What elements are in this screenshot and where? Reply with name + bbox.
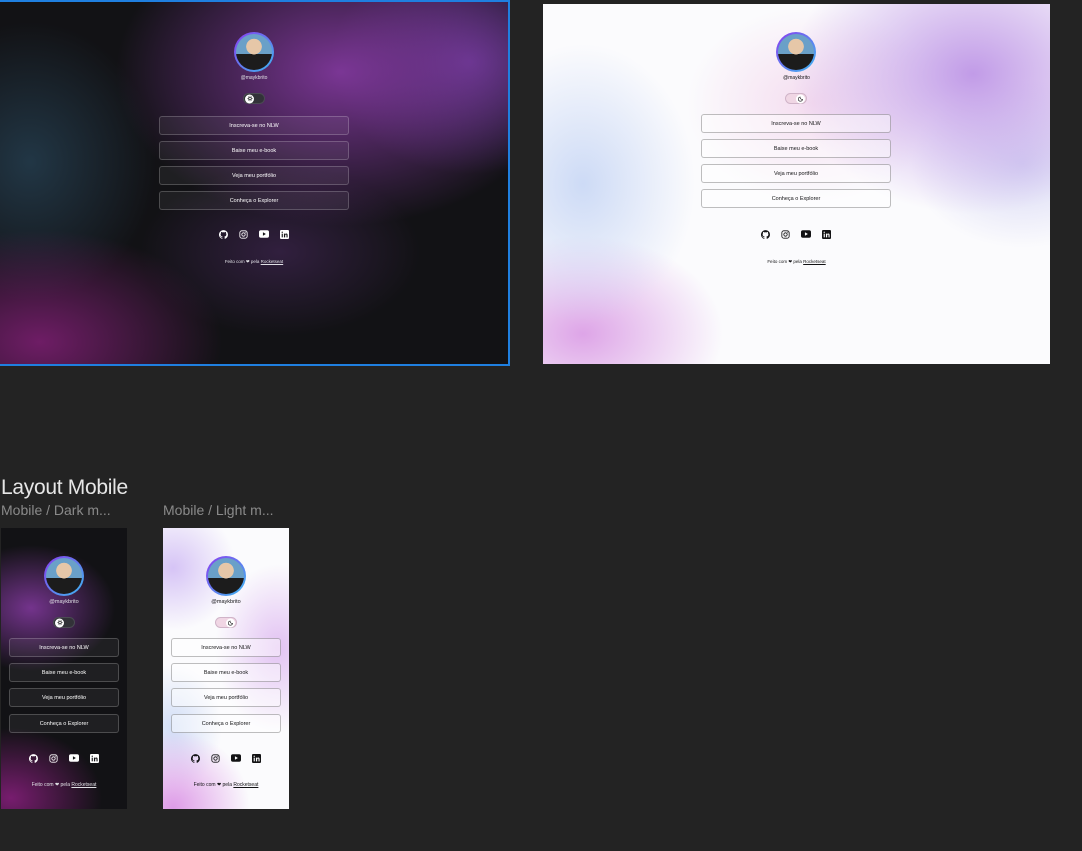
link-nlw-label: Inscreva-se no NLW	[229, 122, 279, 129]
link-portfolio-button[interactable]: Veja meu portfólio	[9, 688, 119, 707]
link-portfolio-button[interactable]: Veja meu portfólio	[159, 166, 349, 185]
avatar	[44, 556, 84, 596]
sun-icon	[55, 618, 64, 627]
link-explorer-button[interactable]: Conheça o Explorer	[171, 714, 281, 733]
rocketseat-link[interactable]: Rocketseat	[261, 259, 284, 264]
mobile-dark-frame-label[interactable]: Mobile / Dark m...	[1, 502, 111, 518]
link-portfolio-label: Veja meu portfólio	[203, 694, 249, 701]
link-nlw-label: Inscreva-se no NLW	[771, 120, 821, 127]
profile-handle: @maykbrito	[783, 75, 810, 81]
theme-toggle[interactable]	[215, 617, 237, 628]
youtube-icon[interactable]	[801, 228, 811, 240]
link-nlw-button[interactable]: Inscreva-se no NLW	[171, 638, 281, 657]
mobile-light-frame-label[interactable]: Mobile / Light m...	[163, 502, 274, 518]
footer-middle: pela	[222, 782, 232, 788]
youtube-icon[interactable]	[259, 228, 269, 240]
footer: Feito com ❤ pela Rocketseat	[543, 259, 1050, 265]
social-links	[214, 228, 294, 240]
heart-icon: ❤	[788, 259, 793, 264]
profile-handle: @maykbrito	[49, 599, 79, 605]
link-ebook-button[interactable]: Baixe meu e-book	[159, 141, 349, 160]
rocketseat-link[interactable]: Rocketseat	[233, 782, 258, 788]
mobile-light-frame[interactable]: @maykbrito Inscreva-se no NLW Baixe meu …	[163, 528, 289, 809]
avatar	[234, 32, 274, 72]
link-explorer-label: Conheça o Explorer	[201, 720, 251, 727]
profile-handle: @maykbrito	[240, 75, 268, 81]
youtube-icon[interactable]	[231, 752, 241, 764]
link-explorer-label: Conheça o Explorer	[771, 195, 821, 202]
sun-icon	[245, 94, 254, 103]
footer: Feito com ❤ pela Rocketseat	[163, 782, 289, 788]
mobile-dark-frame[interactable]: @maykbrito Inscreva-se no NLW Baixe meu …	[1, 528, 127, 809]
github-icon[interactable]	[191, 752, 200, 764]
linkedin-icon[interactable]	[280, 228, 289, 240]
link-nlw-label: Inscreva-se no NLW	[201, 644, 251, 651]
github-icon[interactable]	[29, 752, 38, 764]
link-portfolio-label: Veja meu portfólio	[773, 170, 819, 177]
link-ebook-button[interactable]: Baixe meu e-book	[171, 663, 281, 682]
avatar	[206, 556, 246, 596]
heart-icon: ❤	[54, 782, 60, 788]
link-explorer-label: Conheça o Explorer	[39, 720, 89, 727]
theme-toggle[interactable]	[53, 617, 75, 628]
link-explorer-button[interactable]: Conheça o Explorer	[9, 714, 119, 733]
link-ebook-label: Baixe meu e-book	[773, 145, 819, 152]
instagram-icon[interactable]	[49, 752, 58, 764]
footer-prefix: Feito com	[31, 782, 54, 788]
footer-prefix: Feito com	[767, 259, 788, 264]
link-explorer-button[interactable]: Conheça o Explorer	[701, 189, 891, 208]
social-links	[24, 752, 104, 764]
link-portfolio-button[interactable]: Veja meu portfólio	[701, 164, 891, 183]
linkedin-icon[interactable]	[90, 752, 99, 764]
link-ebook-button[interactable]: Baixe meu e-book	[9, 663, 119, 682]
heart-icon: ❤	[216, 782, 222, 788]
footer-middle: pela	[60, 782, 70, 788]
linkedin-icon[interactable]	[252, 752, 261, 764]
profile-handle: @maykbrito	[211, 599, 241, 605]
footer-prefix: Feito com	[224, 259, 245, 264]
link-nlw-button[interactable]: Inscreva-se no NLW	[9, 638, 119, 657]
link-explorer-label: Conheça o Explorer	[229, 197, 279, 204]
heart-icon: ❤	[245, 259, 250, 264]
link-nlw-button[interactable]: Inscreva-se no NLW	[701, 114, 891, 133]
link-ebook-label: Baixe meu e-book	[203, 669, 249, 676]
theme-toggle[interactable]	[243, 93, 265, 104]
avatar	[776, 32, 816, 72]
social-links	[756, 228, 836, 240]
link-explorer-button[interactable]: Conheça o Explorer	[159, 191, 349, 210]
rocketseat-link[interactable]: Rocketseat	[71, 782, 96, 788]
instagram-icon[interactable]	[211, 752, 220, 764]
link-ebook-button[interactable]: Baixe meu e-book	[701, 139, 891, 158]
moon-icon	[796, 94, 805, 103]
link-portfolio-label: Veja meu portfólio	[231, 172, 277, 179]
link-nlw-button[interactable]: Inscreva-se no NLW	[159, 116, 349, 135]
link-ebook-label: Baixe meu e-book	[41, 669, 87, 676]
link-portfolio-button[interactable]: Veja meu portfólio	[171, 688, 281, 707]
linkedin-icon[interactable]	[822, 228, 831, 240]
moon-icon	[226, 618, 235, 627]
desktop-light-frame[interactable]: @maykbrito Inscreva-se no NLW Baixe meu …	[543, 4, 1050, 364]
theme-toggle[interactable]	[785, 93, 807, 104]
rocketseat-link[interactable]: Rocketseat	[803, 259, 826, 264]
instagram-icon[interactable]	[781, 228, 790, 240]
footer: Feito com ❤ pela Rocketseat	[1, 782, 127, 788]
github-icon[interactable]	[219, 228, 228, 240]
link-portfolio-label: Veja meu portfólio	[41, 694, 87, 701]
section-title: Layout Mobile	[1, 476, 128, 499]
link-nlw-label: Inscreva-se no NLW	[39, 644, 89, 651]
footer-middle: pela	[793, 259, 802, 264]
github-icon[interactable]	[761, 228, 770, 240]
social-links	[186, 752, 266, 764]
youtube-icon[interactable]	[69, 752, 79, 764]
link-ebook-label: Baixe meu e-book	[231, 147, 277, 154]
footer-prefix: Feito com	[193, 782, 216, 788]
desktop-dark-frame[interactable]: @maykbrito Inscreva-se no NLW Baixe meu …	[0, 0, 510, 366]
footer-middle: pela	[250, 259, 260, 264]
footer: Feito com ❤ pela Rocketseat	[0, 259, 508, 265]
instagram-icon[interactable]	[239, 228, 248, 240]
